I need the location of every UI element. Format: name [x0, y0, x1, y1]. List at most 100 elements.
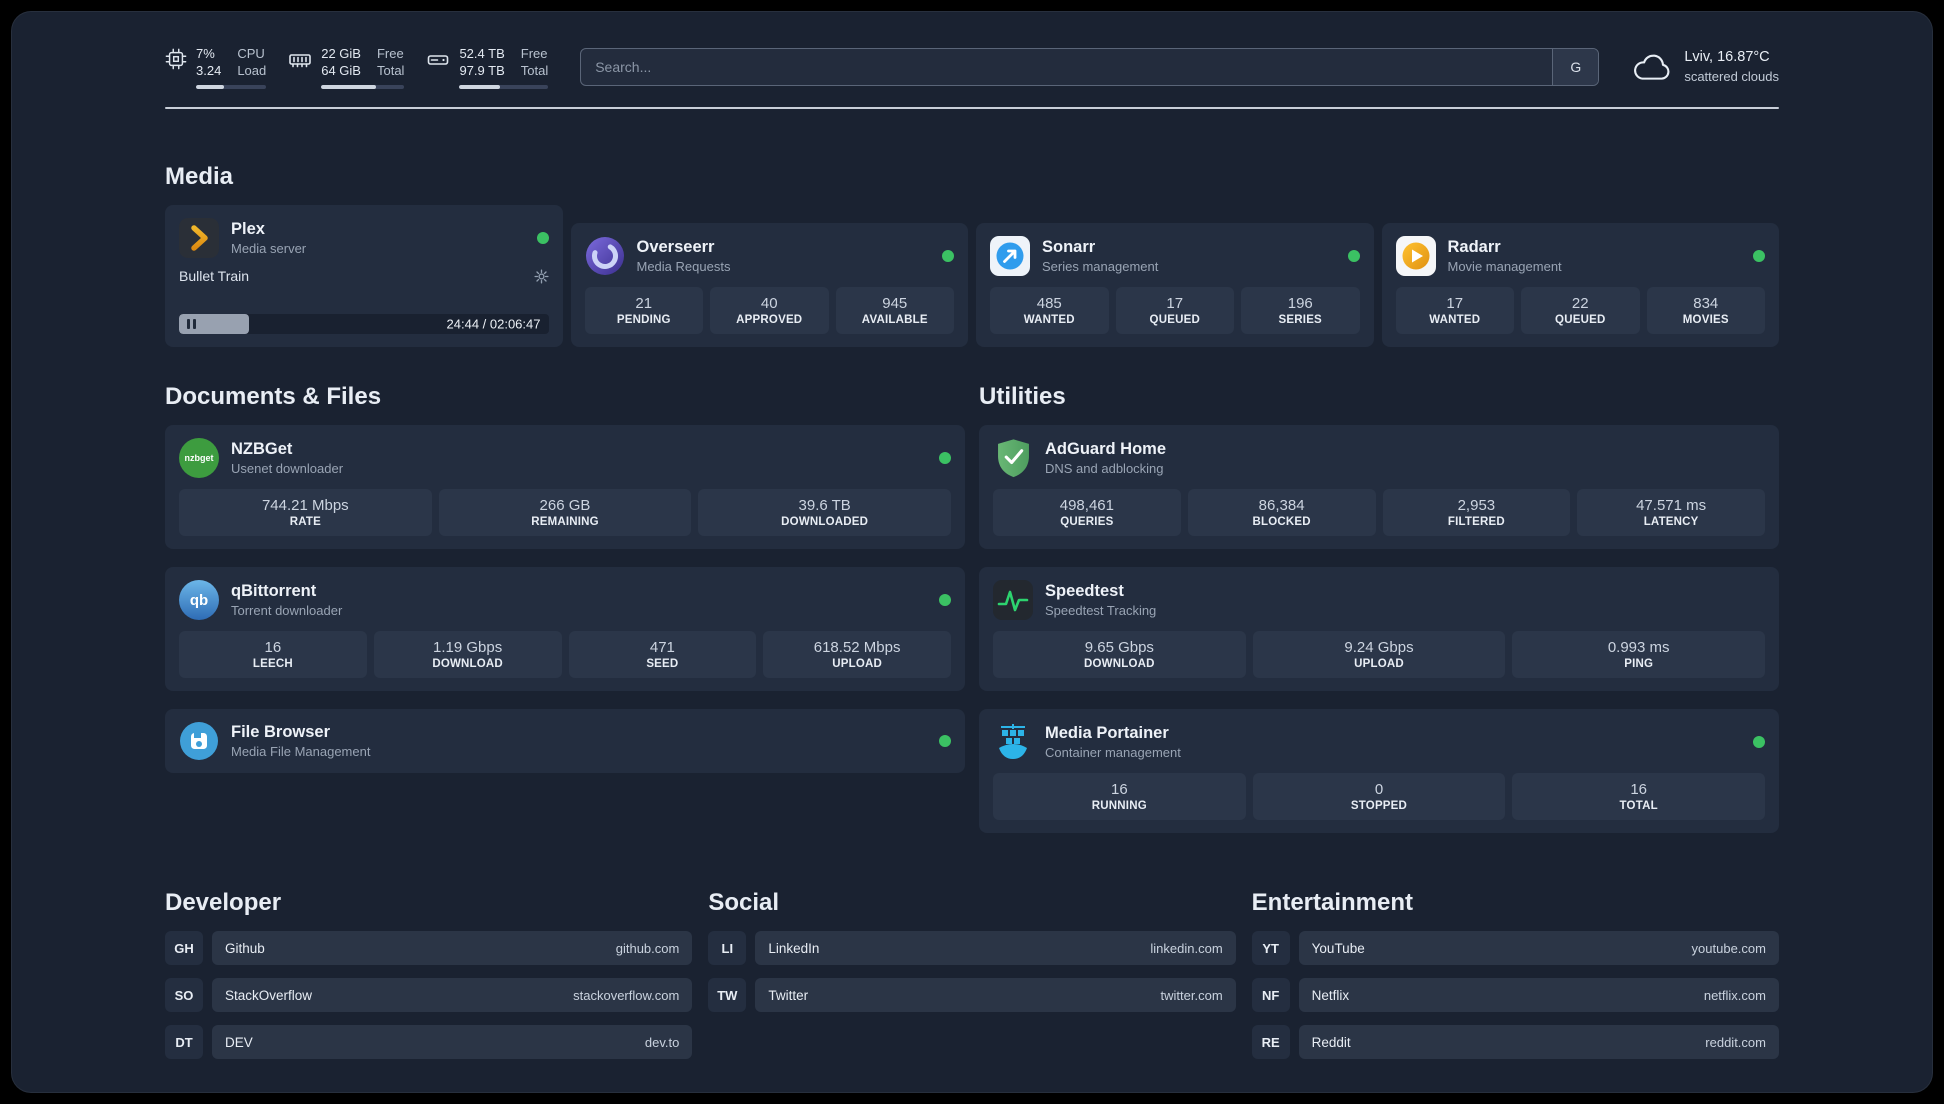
app-card-speedtest[interactable]: Speedtest Speedtest Tracking 9.65 Gbps DO… [979, 567, 1779, 691]
bookmark-abbr: RE [1251, 1025, 1290, 1059]
app-card-plex[interactable]: Plex Media server Bullet Train 24:44 / 0… [165, 205, 563, 347]
stat-value: 744.21 Mbps [261, 497, 349, 514]
bookmark-linkedin[interactable]: LI LinkedIn linkedin.com [708, 931, 1236, 965]
utilities-column: Utilities AdGuard Home DNS and adblockin… [979, 347, 1779, 833]
app-card-nzbget[interactable]: nzbget NZBGet Usenet downloader 744.21 M… [165, 425, 965, 549]
disk-icon [426, 48, 450, 72]
section-title-social: Social [708, 889, 780, 916]
bookmark-youtube[interactable]: YT YouTube youtube.com [1251, 931, 1779, 965]
app-name: Radarr [1447, 238, 1501, 256]
bookmark-abbr: GH [165, 931, 203, 965]
stat-box: 196 SERIES [1241, 287, 1360, 334]
entertainment-column: Entertainment YT YouTube youtube.com NF N… [1251, 833, 1779, 1059]
app-card-overseerr[interactable]: Overseerr Media Requests 21 PENDING 40 APP… [570, 223, 968, 347]
stat-value: 47.571 ms [1636, 497, 1707, 514]
app-card-adguard[interactable]: AdGuard Home DNS and adblocking 498,461 Q… [979, 425, 1779, 549]
app-subtitle: Usenet downloader [231, 461, 344, 476]
nzbget-icon: nzbget [179, 438, 219, 478]
app-subtitle: Media Requests [636, 259, 731, 274]
stat-box: 16 TOTAL [1512, 773, 1765, 820]
system-stats: 7% 3.24 CPU Load 22 GiB 64 GiB Free Tota… [165, 45, 549, 89]
search-input[interactable] [581, 49, 1553, 85]
app-card-radarr[interactable]: Radarr Movie management 17 WANTED 22 QUEUE… [1381, 223, 1779, 347]
stat-value: 1.19 Gbps [433, 639, 503, 656]
app-subtitle: Speedtest Tracking [1045, 603, 1157, 618]
ram-free: 22 GiB [321, 46, 361, 61]
gear-icon[interactable] [533, 268, 549, 284]
app-name: qBittorrent [231, 582, 317, 600]
cpu-load: 3.24 [196, 63, 222, 78]
app-subtitle: Media File Management [231, 744, 371, 759]
stat-value: 618.52 Mbps [813, 639, 901, 656]
speedtest-icon [993, 580, 1033, 620]
card-header: Overseerr Media Requests [585, 236, 954, 276]
bookmark-name: Github [225, 940, 265, 956]
search-engine-button[interactable]: G [1552, 49, 1599, 85]
stat-box: 0 STOPPED [1252, 773, 1506, 820]
stat-label: WANTED [1429, 314, 1481, 326]
stat-label: DOWNLOAD [432, 658, 503, 670]
bookmark-url: reddit.com [1705, 1034, 1766, 1050]
bookmarks-columns: Developer GH Github github.com SO StackOv… [165, 833, 1779, 1059]
bookmark-name: DEV [225, 1034, 253, 1050]
stat-value: 16 [1630, 781, 1647, 798]
section-title-utilities: Utilities [979, 383, 1066, 410]
stat-box: 485 WANTED [990, 287, 1109, 334]
stats-row: 16 RUNNING 0 STOPPED 16 TOTAL [993, 762, 1765, 820]
portainer-icon [993, 722, 1033, 762]
bookmark-url: linkedin.com [1150, 940, 1223, 956]
cpu-percent: 7% [196, 46, 215, 61]
adguard-icon [993, 438, 1033, 478]
stat-label: AVAILABLE [861, 314, 928, 326]
bookmark-twitter[interactable]: TW Twitter twitter.com [708, 978, 1236, 1012]
bookmark-name: Netflix [1311, 987, 1350, 1003]
bookmark-abbr: NF [1251, 978, 1290, 1012]
app-card-sonarr[interactable]: Sonarr Series management 485 WANTED 17 QUE… [976, 223, 1374, 347]
bookmark-abbr: TW [708, 978, 747, 1012]
stat-value: 945 [882, 295, 908, 312]
pause-icon[interactable] [187, 319, 196, 329]
stats-row: 16 LEECH 1.19 Gbps DOWNLOAD 471 SEED 618.52… [179, 620, 951, 678]
card-header: Sonarr Series management [990, 236, 1360, 276]
disk-usage-bar [459, 85, 549, 89]
bookmark-stackoverflow[interactable]: SO StackOverflow stackoverflow.com [165, 978, 693, 1012]
app-name: Plex [231, 220, 265, 238]
stats-row: 21 PENDING 40 APPROVED 945 AVAILABLE [584, 276, 954, 334]
stat-box: 9.65 Gbps DOWNLOAD [993, 631, 1246, 678]
app-card-filebrowser[interactable]: File Browser Media File Management [165, 709, 965, 773]
status-dot [939, 452, 951, 464]
dashboard-screen: 7% 3.24 CPU Load 22 GiB 64 GiB Free Tota… [11, 11, 1933, 1093]
stat-label: APPROVED [736, 314, 803, 326]
stat-label: PENDING [616, 314, 671, 326]
card-header: Media Portainer Container management [993, 722, 1765, 762]
stat-box: 40 APPROVED [710, 287, 829, 334]
stat-label: PING [1624, 658, 1654, 670]
stat-value: 9.65 Gbps [1084, 639, 1154, 656]
ram-readout: 22 GiB 64 GiB Free Total [321, 45, 405, 89]
weather-widget: Lviv, 16.87°C scattered clouds [1631, 48, 1779, 86]
bookmark-name: StackOverflow [225, 987, 313, 1003]
topbar: 7% 3.24 CPU Load 22 GiB 64 GiB Free Tota… [165, 12, 1779, 89]
stat-value: 498,461 [1059, 497, 1114, 514]
qbittorrent-icon-text: qb [189, 591, 209, 609]
cpu-label: CPU [237, 46, 265, 61]
ram-total: 64 GiB [321, 63, 361, 78]
cpu-readout: 7% 3.24 CPU Load [196, 45, 267, 89]
app-name: AdGuard Home [1045, 440, 1167, 458]
bookmark-github[interactable]: GH Github github.com [165, 931, 693, 965]
app-card-portainer[interactable]: Media Portainer Container management 16 R… [979, 709, 1779, 833]
bookmark-dev[interactable]: DT DEV dev.to [165, 1025, 693, 1059]
cpu-usage-fill [196, 85, 225, 89]
disk-free-label: Free [520, 46, 548, 61]
app-card-qbittorrent[interactable]: qb qBittorrent Torrent downloader 16 LEEC… [165, 567, 965, 691]
bookmark-reddit[interactable]: RE Reddit reddit.com [1251, 1025, 1779, 1059]
stat-box: 471 SEED [568, 631, 757, 678]
playback-progress-bar[interactable]: 24:44 / 02:06:47 [179, 314, 549, 334]
stat-label: DOWNLOAD [1084, 658, 1155, 670]
bookmark-abbr: SO [165, 978, 203, 1012]
app-name: NZBGet [231, 440, 293, 458]
bookmark-abbr: DT [165, 1025, 203, 1059]
bookmark-netflix[interactable]: NF Netflix netflix.com [1251, 978, 1779, 1012]
app-name: Speedtest [1045, 582, 1124, 600]
cpu-load-label: Load [237, 63, 267, 78]
